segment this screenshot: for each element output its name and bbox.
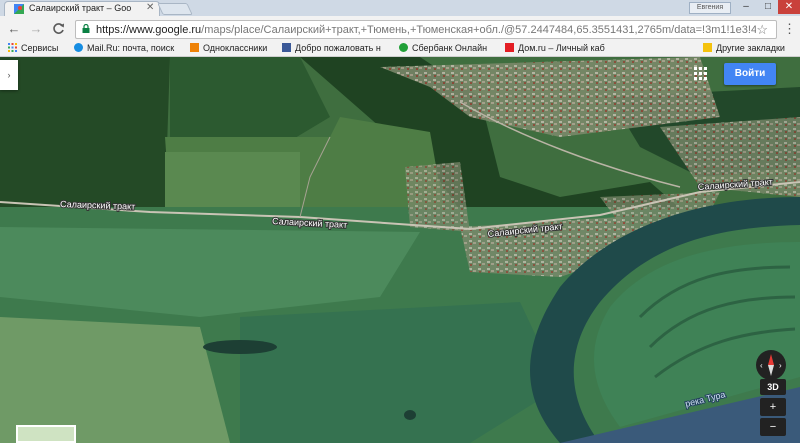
close-window-button[interactable]: ✕ [778,0,800,14]
google-apps-icon[interactable] [693,66,709,82]
bookmark-sberbank[interactable]: Сбербанк Онлайн [399,42,487,55]
address-bar[interactable]: https://www.google.ru/maps/place/Салаирс… [75,20,777,39]
facebook-icon [282,43,291,52]
compass-needle-icon: ‹ › [760,354,782,376]
forest-area [0,57,170,207]
svg-text:‹: ‹ [760,361,763,370]
url-host: https://www.google.ru [96,24,202,36]
village [405,162,470,232]
satellite-imagery: Салаирский тракт Салаирский тракт Салаир… [0,57,800,443]
tab-google-maps[interactable]: Салаирский тракт – Goo ✕ [4,1,160,16]
bookmark-label: Одноклассники [203,43,268,53]
bookmark-odnoklassniki[interactable]: Одноклассники [190,42,267,55]
apps-grid-icon [8,43,17,52]
bookmark-facebook[interactable]: Добро пожаловать н [282,42,381,55]
bookmark-label: Дом.ru – Личный каб [518,43,605,53]
bookmark-domru[interactable]: Дом.ru – Личный каб [505,42,605,55]
tab-title: Салаирский тракт – Goo [29,3,132,13]
svg-text:›: › [779,361,782,370]
maximize-button[interactable]: □ [757,0,779,14]
tab-strip: Салаирский тракт – Goo ✕ Евгения – □ ✕ [0,0,800,16]
mailru-icon [74,43,83,52]
tab-close-icon[interactable]: ✕ [146,2,154,13]
url-text: https://www.google.ru/maps/place/Салаирс… [96,24,756,36]
sberbank-icon [399,43,408,52]
bookmark-star-icon[interactable]: ☆ [756,22,768,38]
bookmark-label: Другие закладки [716,43,785,53]
bookmarks-bar: Сервисы Mail.Ru: почта, поиск Одноклассн… [0,42,800,57]
back-button[interactable]: ← [6,21,22,37]
new-tab-button[interactable] [157,3,193,15]
zoom-out-button[interactable]: − [760,418,786,436]
profile-button[interactable]: Евгения [689,2,731,14]
reload-button[interactable] [50,21,66,37]
3d-toggle-button[interactable]: 3D [760,379,786,395]
pond [404,410,416,420]
sign-in-button[interactable]: Войти [724,63,776,85]
odnoklassniki-icon [190,43,199,52]
bookmark-label: Mail.Ru: почта, поиск [87,43,175,53]
compass-icon[interactable]: ‹ › [756,350,786,380]
bookmark-label: Сервисы [21,43,59,53]
minimize-button[interactable]: – [735,0,757,14]
folder-icon [703,43,712,52]
bookmark-services[interactable]: Сервисы [8,42,58,55]
url-path: /maps/place/Салаирский+тракт,+Тюмень,+Тю… [201,24,756,36]
bookmark-other[interactable]: Другие закладки [703,42,785,55]
bookmark-label: Добро пожаловать н [295,43,381,53]
domru-icon [505,43,514,52]
reload-icon [52,23,64,34]
forward-button[interactable]: → [28,21,44,37]
bookmark-mailru[interactable]: Mail.Ru: почта, поиск [74,42,174,55]
side-panel-toggle[interactable]: › [0,60,18,90]
satellite-map[interactable]: Салаирский тракт Салаирский тракт Салаир… [0,57,800,443]
google-maps-icon [14,4,24,14]
field [165,152,300,209]
zoom-in-button[interactable]: + [760,398,786,416]
browser-menu-icon[interactable]: ⋮ [783,21,796,37]
bookmark-label: Сбербанк Онлайн [412,43,488,53]
lock-icon [82,24,90,33]
browser-toolbar: ← → https://www.google.ru/maps/place/Сал… [0,16,800,42]
map-layer-thumbnail[interactable] [16,425,76,443]
lake [203,340,277,354]
